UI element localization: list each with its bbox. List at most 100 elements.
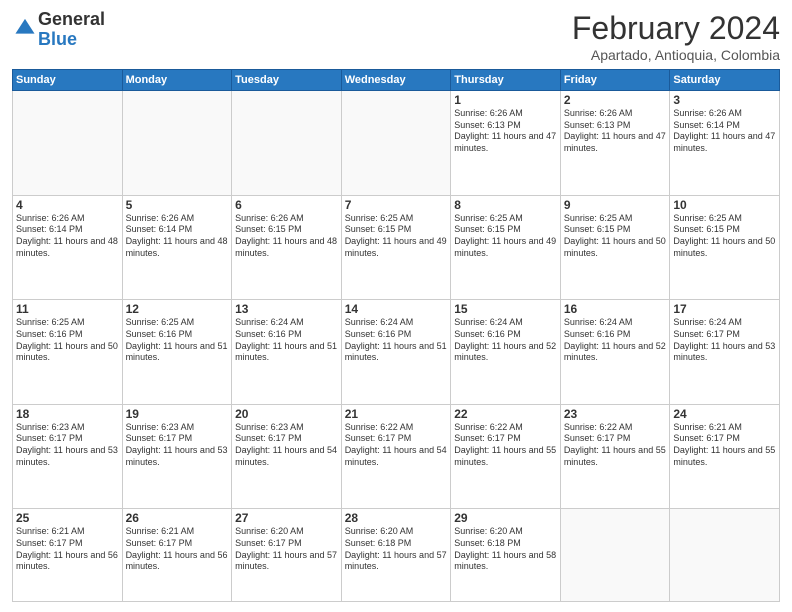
table-row: 15Sunrise: 6:24 AM Sunset: 6:16 PM Dayli… (451, 300, 561, 405)
day-number: 19 (126, 407, 229, 421)
table-row: 23Sunrise: 6:22 AM Sunset: 6:17 PM Dayli… (560, 404, 670, 509)
week-row-3: 11Sunrise: 6:25 AM Sunset: 6:16 PM Dayli… (13, 300, 780, 405)
table-row (13, 91, 123, 196)
table-row: 27Sunrise: 6:20 AM Sunset: 6:17 PM Dayli… (232, 509, 342, 602)
table-row (560, 509, 670, 602)
day-number: 1 (454, 93, 557, 107)
table-row: 1Sunrise: 6:26 AM Sunset: 6:13 PM Daylig… (451, 91, 561, 196)
day-number: 5 (126, 198, 229, 212)
col-friday: Friday (560, 70, 670, 91)
table-row: 16Sunrise: 6:24 AM Sunset: 6:16 PM Dayli… (560, 300, 670, 405)
logo-blue-text: Blue (38, 29, 77, 49)
day-info: Sunrise: 6:20 AM Sunset: 6:18 PM Dayligh… (345, 526, 448, 573)
table-row: 2Sunrise: 6:26 AM Sunset: 6:13 PM Daylig… (560, 91, 670, 196)
day-number: 29 (454, 511, 557, 525)
col-monday: Monday (122, 70, 232, 91)
table-row: 28Sunrise: 6:20 AM Sunset: 6:18 PM Dayli… (341, 509, 451, 602)
col-sunday: Sunday (13, 70, 123, 91)
day-number: 11 (16, 302, 119, 316)
day-info: Sunrise: 6:23 AM Sunset: 6:17 PM Dayligh… (235, 422, 338, 469)
day-number: 10 (673, 198, 776, 212)
day-info: Sunrise: 6:25 AM Sunset: 6:15 PM Dayligh… (345, 213, 448, 260)
day-number: 6 (235, 198, 338, 212)
day-info: Sunrise: 6:22 AM Sunset: 6:17 PM Dayligh… (454, 422, 557, 469)
table-row: 5Sunrise: 6:26 AM Sunset: 6:14 PM Daylig… (122, 195, 232, 300)
day-number: 22 (454, 407, 557, 421)
day-info: Sunrise: 6:23 AM Sunset: 6:17 PM Dayligh… (126, 422, 229, 469)
week-row-5: 25Sunrise: 6:21 AM Sunset: 6:17 PM Dayli… (13, 509, 780, 602)
day-info: Sunrise: 6:25 AM Sunset: 6:16 PM Dayligh… (16, 317, 119, 364)
table-row: 4Sunrise: 6:26 AM Sunset: 6:14 PM Daylig… (13, 195, 123, 300)
day-info: Sunrise: 6:24 AM Sunset: 6:16 PM Dayligh… (564, 317, 667, 364)
table-row (232, 91, 342, 196)
day-number: 18 (16, 407, 119, 421)
day-number: 26 (126, 511, 229, 525)
logo-general-text: General (38, 9, 105, 29)
table-row (341, 91, 451, 196)
day-number: 15 (454, 302, 557, 316)
day-number: 9 (564, 198, 667, 212)
day-number: 21 (345, 407, 448, 421)
day-info: Sunrise: 6:21 AM Sunset: 6:17 PM Dayligh… (673, 422, 776, 469)
day-number: 17 (673, 302, 776, 316)
header: General Blue February 2024 Apartado, Ant… (12, 10, 780, 63)
day-number: 14 (345, 302, 448, 316)
week-row-2: 4Sunrise: 6:26 AM Sunset: 6:14 PM Daylig… (13, 195, 780, 300)
col-saturday: Saturday (670, 70, 780, 91)
day-number: 24 (673, 407, 776, 421)
day-info: Sunrise: 6:26 AM Sunset: 6:13 PM Dayligh… (454, 108, 557, 155)
table-row: 3Sunrise: 6:26 AM Sunset: 6:14 PM Daylig… (670, 91, 780, 196)
day-info: Sunrise: 6:24 AM Sunset: 6:16 PM Dayligh… (345, 317, 448, 364)
table-row: 22Sunrise: 6:22 AM Sunset: 6:17 PM Dayli… (451, 404, 561, 509)
table-row (122, 91, 232, 196)
col-thursday: Thursday (451, 70, 561, 91)
day-info: Sunrise: 6:22 AM Sunset: 6:17 PM Dayligh… (345, 422, 448, 469)
day-info: Sunrise: 6:25 AM Sunset: 6:15 PM Dayligh… (454, 213, 557, 260)
day-number: 3 (673, 93, 776, 107)
week-row-4: 18Sunrise: 6:23 AM Sunset: 6:17 PM Dayli… (13, 404, 780, 509)
day-info: Sunrise: 6:26 AM Sunset: 6:15 PM Dayligh… (235, 213, 338, 260)
day-info: Sunrise: 6:24 AM Sunset: 6:17 PM Dayligh… (673, 317, 776, 364)
day-info: Sunrise: 6:25 AM Sunset: 6:16 PM Dayligh… (126, 317, 229, 364)
table-row: 9Sunrise: 6:25 AM Sunset: 6:15 PM Daylig… (560, 195, 670, 300)
day-info: Sunrise: 6:23 AM Sunset: 6:17 PM Dayligh… (16, 422, 119, 469)
week-row-1: 1Sunrise: 6:26 AM Sunset: 6:13 PM Daylig… (13, 91, 780, 196)
day-number: 20 (235, 407, 338, 421)
col-tuesday: Tuesday (232, 70, 342, 91)
day-info: Sunrise: 6:22 AM Sunset: 6:17 PM Dayligh… (564, 422, 667, 469)
table-row: 29Sunrise: 6:20 AM Sunset: 6:18 PM Dayli… (451, 509, 561, 602)
table-row: 11Sunrise: 6:25 AM Sunset: 6:16 PM Dayli… (13, 300, 123, 405)
logo: General Blue (12, 10, 105, 50)
day-info: Sunrise: 6:21 AM Sunset: 6:17 PM Dayligh… (16, 526, 119, 573)
day-number: 13 (235, 302, 338, 316)
table-row: 14Sunrise: 6:24 AM Sunset: 6:16 PM Dayli… (341, 300, 451, 405)
day-number: 2 (564, 93, 667, 107)
table-row: 8Sunrise: 6:25 AM Sunset: 6:15 PM Daylig… (451, 195, 561, 300)
day-info: Sunrise: 6:24 AM Sunset: 6:16 PM Dayligh… (454, 317, 557, 364)
day-info: Sunrise: 6:26 AM Sunset: 6:14 PM Dayligh… (126, 213, 229, 260)
calendar-header-row: Sunday Monday Tuesday Wednesday Thursday… (13, 70, 780, 91)
page-title: February 2024 (572, 10, 780, 47)
calendar-body: 1Sunrise: 6:26 AM Sunset: 6:13 PM Daylig… (13, 91, 780, 602)
page-subtitle: Apartado, Antioquia, Colombia (572, 47, 780, 63)
calendar-table: Sunday Monday Tuesday Wednesday Thursday… (12, 69, 780, 602)
day-number: 12 (126, 302, 229, 316)
table-row: 6Sunrise: 6:26 AM Sunset: 6:15 PM Daylig… (232, 195, 342, 300)
day-number: 28 (345, 511, 448, 525)
day-info: Sunrise: 6:26 AM Sunset: 6:13 PM Dayligh… (564, 108, 667, 155)
day-number: 25 (16, 511, 119, 525)
day-info: Sunrise: 6:26 AM Sunset: 6:14 PM Dayligh… (16, 213, 119, 260)
day-info: Sunrise: 6:25 AM Sunset: 6:15 PM Dayligh… (564, 213, 667, 260)
table-row: 21Sunrise: 6:22 AM Sunset: 6:17 PM Dayli… (341, 404, 451, 509)
table-row: 25Sunrise: 6:21 AM Sunset: 6:17 PM Dayli… (13, 509, 123, 602)
day-number: 7 (345, 198, 448, 212)
day-number: 4 (16, 198, 119, 212)
day-info: Sunrise: 6:24 AM Sunset: 6:16 PM Dayligh… (235, 317, 338, 364)
table-row (670, 509, 780, 602)
table-row: 10Sunrise: 6:25 AM Sunset: 6:15 PM Dayli… (670, 195, 780, 300)
day-info: Sunrise: 6:26 AM Sunset: 6:14 PM Dayligh… (673, 108, 776, 155)
table-row: 26Sunrise: 6:21 AM Sunset: 6:17 PM Dayli… (122, 509, 232, 602)
logo-icon (14, 16, 36, 38)
day-number: 27 (235, 511, 338, 525)
day-info: Sunrise: 6:21 AM Sunset: 6:17 PM Dayligh… (126, 526, 229, 573)
